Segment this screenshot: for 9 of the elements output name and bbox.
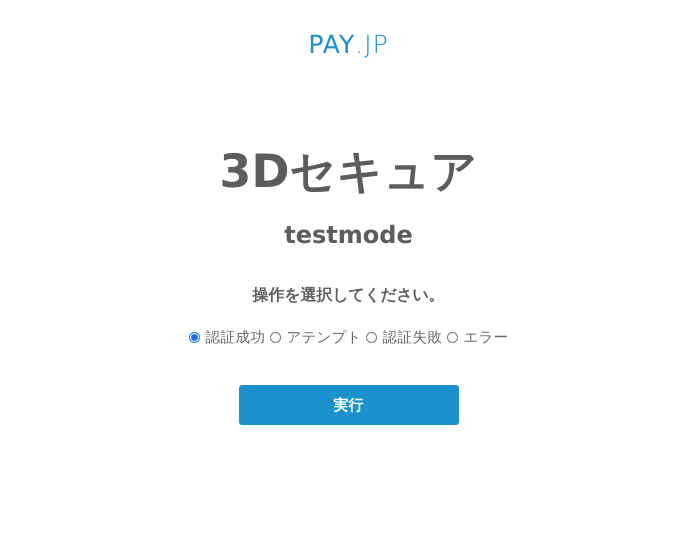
radio-option[interactable]: 認証成功 — [188, 328, 266, 347]
radio-option[interactable]: 認証失敗 — [366, 328, 442, 347]
mode-label: testmode — [284, 221, 413, 249]
radio-option[interactable]: アテンプト — [270, 328, 362, 347]
page-title: 3Dセキュア — [219, 143, 478, 199]
execute-button[interactable]: 実行 — [238, 385, 458, 425]
radio-option[interactable]: エラー — [446, 328, 508, 347]
instruction-text: 操作を選択してください。 — [252, 285, 444, 306]
logo: PAY.JP — [308, 30, 389, 59]
